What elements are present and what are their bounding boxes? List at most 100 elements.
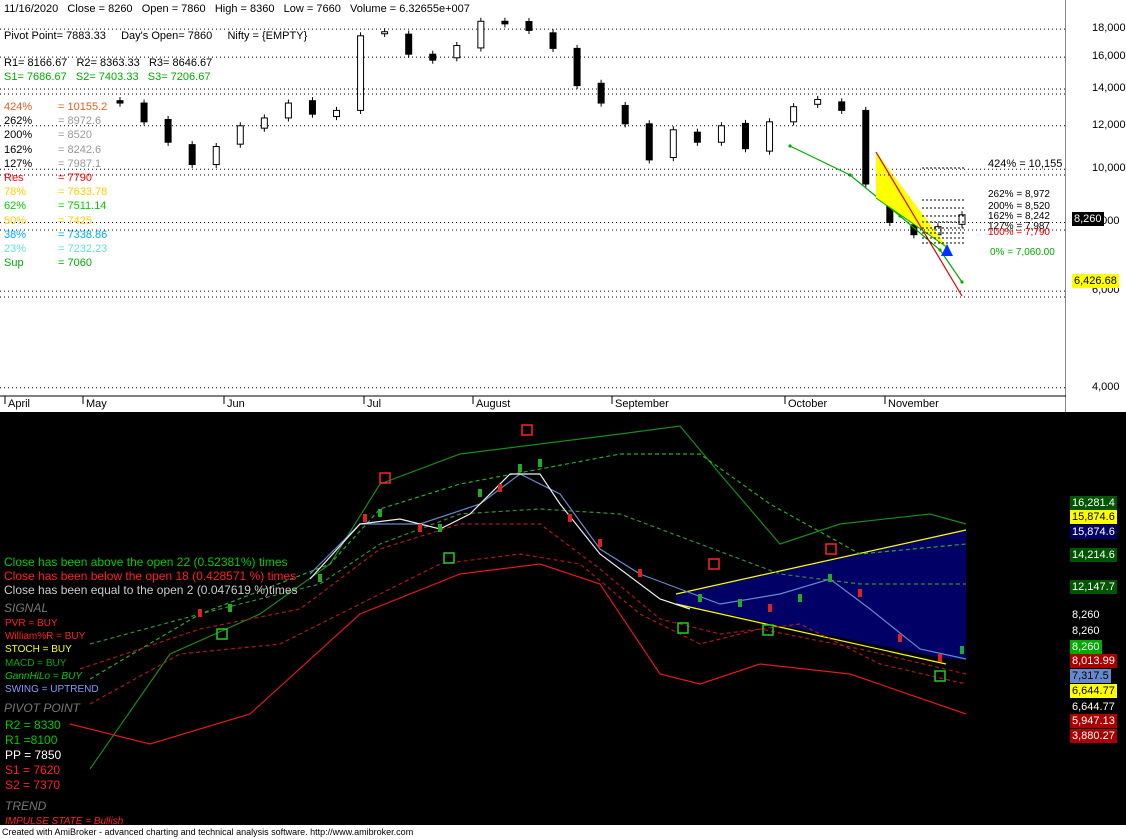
candle-body bbox=[549, 32, 557, 49]
mini-candle-18 bbox=[828, 574, 832, 582]
candle-body bbox=[405, 33, 413, 55]
mini-candle-6 bbox=[438, 524, 442, 532]
price-tag-bottom-0: 16,281.4 bbox=[1070, 496, 1117, 510]
mini-candle-21 bbox=[938, 654, 942, 662]
candle-body bbox=[357, 35, 365, 111]
fib-label-5: Res bbox=[4, 172, 24, 184]
signal-item-5: SWING = UPTREND bbox=[5, 684, 99, 695]
mini-candle-10 bbox=[538, 459, 542, 467]
pivot-item-3: S1 = 7620 bbox=[5, 763, 61, 777]
candle-body bbox=[621, 104, 629, 125]
header-r3: R3= 8646.67 bbox=[148, 57, 213, 69]
signal-item-4: GannHiLo = BUY bbox=[5, 670, 82, 682]
candle-body bbox=[645, 123, 653, 161]
mini-candle-20 bbox=[898, 634, 902, 642]
x-label-0: April bbox=[8, 398, 31, 410]
y-label-7: 4,000 bbox=[1092, 380, 1120, 393]
y-label-2: 14,000 bbox=[1092, 82, 1126, 95]
header-line-4: S1= 7686.67 S2= 7403.33 S3= 7206.67 bbox=[4, 71, 210, 84]
fib-value-5: = 7790 bbox=[58, 172, 92, 184]
candle-body bbox=[717, 125, 725, 143]
x-label-5: September bbox=[615, 398, 669, 410]
price-tag-bottom-8: 8,013.99 bbox=[1070, 654, 1117, 668]
candle-body bbox=[381, 31, 389, 35]
fib-value-2: = 8520 bbox=[58, 129, 92, 142]
fib-label-9: 38% bbox=[4, 228, 27, 241]
candle-body bbox=[766, 121, 774, 152]
candle-body bbox=[453, 45, 461, 59]
fib-right-label-6: 0% = 7,060.00 bbox=[990, 247, 1055, 258]
price-tag-bottom-11: 6,644.77 bbox=[1070, 700, 1117, 714]
trend-point-0 bbox=[788, 144, 792, 148]
fib-value-11: = 7060 bbox=[58, 257, 92, 270]
mini-candle-22 bbox=[960, 646, 964, 654]
candle-body bbox=[573, 47, 581, 87]
header-s2: S2= 7403.33 bbox=[75, 71, 139, 83]
indicator-panel: Close has been above the open 22 (0.5238… bbox=[0, 414, 1066, 827]
mini-candle-3 bbox=[363, 514, 367, 522]
header-days-open: Day's Open= 7860 bbox=[121, 30, 213, 42]
candle-body bbox=[838, 101, 846, 111]
mini-candle-12 bbox=[598, 539, 602, 547]
price-tag-bottom-7: 8,260 bbox=[1070, 640, 1102, 654]
header-nifty: Nifty = {EMPTY} bbox=[227, 30, 308, 42]
candle-body bbox=[741, 122, 749, 150]
candle-body bbox=[116, 100, 124, 104]
y-label-1: 16,000 bbox=[1092, 50, 1126, 63]
red-projection-line bbox=[875, 151, 963, 297]
mini-candle-2 bbox=[318, 574, 322, 582]
mini-candle-7 bbox=[478, 489, 482, 497]
fib-value-10: = 7232.23 bbox=[58, 243, 108, 255]
candle-body bbox=[862, 109, 870, 185]
x-label-6: October bbox=[788, 398, 828, 410]
trend-point-3 bbox=[938, 248, 942, 252]
price-tag-bottom-2: 15,874.6 bbox=[1070, 525, 1117, 539]
header-high: High = 8360 bbox=[214, 3, 275, 15]
fib-value-1: = 8972.6 bbox=[58, 115, 102, 128]
mini-candle-5 bbox=[418, 524, 422, 532]
blue-wedge bbox=[676, 530, 966, 660]
fib-label-7: 62% bbox=[4, 200, 27, 213]
candle-body bbox=[814, 98, 822, 105]
fib-value-6: = 7633.78 bbox=[58, 186, 108, 199]
stat-line-1: Close has been below the open 18 (0.4285… bbox=[4, 569, 297, 583]
candle-body bbox=[477, 20, 485, 49]
header-r1: R1= 8166.67 bbox=[4, 57, 68, 69]
header-open: Open = 7860 bbox=[141, 3, 206, 15]
candle-body bbox=[501, 20, 509, 25]
fib-label-11: Sup bbox=[4, 257, 24, 270]
indicator-axis: 16,281.4 15,874.6 15,874.6 14,214.6 12,147.7… bbox=[1066, 414, 1126, 825]
header-line-3: R1= 8166.67 R2= 8363.33 R3= 8646.67 bbox=[4, 57, 212, 70]
candle-body bbox=[790, 106, 798, 123]
signal-item-0: PVR = BUY bbox=[5, 618, 58, 629]
fib-right-label-5: 100% = 7,790 bbox=[988, 227, 1050, 238]
pivot-title: PIVOT POINT bbox=[4, 701, 81, 715]
trend-point-4 bbox=[960, 280, 964, 284]
signal-item-3: MACD = BUY bbox=[5, 657, 67, 669]
price-axis: 18,000 16,000 14,000 12,000 10,000 8,000 6,000… bbox=[1066, 0, 1126, 412]
price-tag-bottom-13: 3,880.27 bbox=[1070, 729, 1117, 743]
fib-label-0: 424% bbox=[4, 101, 33, 113]
fib-value-8: = 7425 bbox=[58, 214, 92, 227]
marker-square-3 bbox=[825, 543, 837, 555]
candle-body bbox=[669, 129, 677, 159]
fib-label-2: 200% bbox=[4, 129, 33, 142]
fib-value-4: = 7987.1 bbox=[58, 157, 102, 170]
mini-candle-13 bbox=[638, 569, 642, 577]
pivot-item-4: S2 = 7370 bbox=[5, 778, 61, 792]
header-date: 11/16/2020 bbox=[4, 3, 59, 15]
x-label-7: November bbox=[888, 398, 939, 410]
header-volume: Volume = 6.32655e+007 bbox=[350, 3, 470, 15]
signal-item-1: William%R = BUY bbox=[5, 631, 86, 643]
pivot-item-2: PP = 7850 bbox=[5, 748, 62, 762]
price-tag-bottom-5: 8,260 bbox=[1070, 608, 1102, 622]
mini-candle-8 bbox=[498, 484, 502, 492]
footer-credit: Created with AmiBroker - advanced charti… bbox=[0, 825, 1126, 839]
price-tag-bottom-10: 6,644.77 bbox=[1070, 684, 1117, 698]
marker-square-8 bbox=[934, 670, 946, 682]
mini-candle-1 bbox=[228, 604, 232, 612]
price-panel: 11/16/2020 Close = 8260 Open = 7860 High… bbox=[0, 0, 1066, 412]
mini-candle-11 bbox=[568, 514, 572, 522]
indicator-chart-svg bbox=[69, 424, 967, 770]
header-r2: R2= 8363.33 bbox=[76, 57, 140, 69]
